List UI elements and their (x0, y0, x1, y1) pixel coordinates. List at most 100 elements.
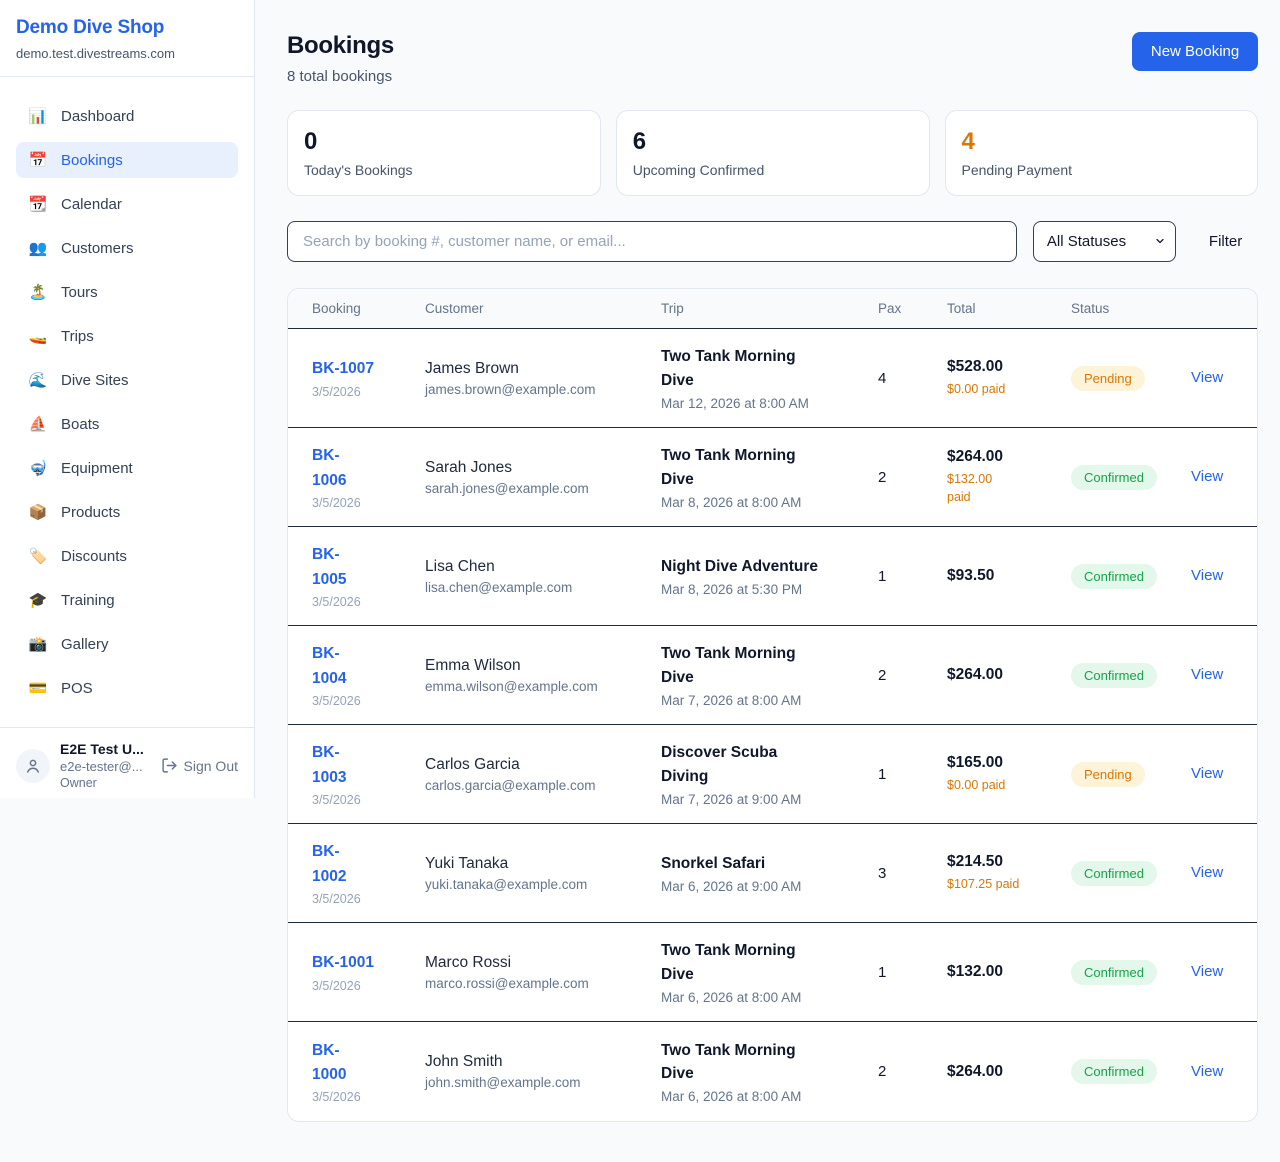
total-amount: $264.00 (947, 1063, 1061, 1081)
page-subtitle: 8 total bookings (287, 68, 394, 85)
view-link[interactable]: View (1191, 864, 1223, 881)
sidebar-item[interactable]: 🎓 Training (16, 582, 238, 618)
table-row: BK- 1002 3/5/2026 Yuki Tanaka yuki.tanak… (288, 824, 1257, 923)
column-header-status: Status (1071, 301, 1191, 316)
sidebar-item[interactable]: 🏷️ Discounts (16, 538, 238, 574)
logout-icon (161, 757, 178, 774)
status-badge: Confirmed (1071, 564, 1157, 589)
sidebar-item-label: Products (61, 504, 120, 521)
paid-amount: $132.00 paid (947, 470, 1061, 506)
customer-cell: Sarah Jones sarah.jones@example.com (425, 459, 661, 496)
booking-id-link[interactable]: BK- 1004 (312, 642, 346, 690)
sidebar-item-label: Calendar (61, 196, 122, 213)
customer-cell: Carlos Garcia carlos.garcia@example.com (425, 756, 661, 793)
pax-value: 3 (878, 865, 947, 882)
search-input[interactable] (287, 221, 1017, 262)
sidebar-item-label: Tours (61, 284, 98, 301)
paid-amount: $0.00 paid (947, 380, 1061, 398)
trip-datetime: Mar 6, 2026 at 8:00 AM (661, 990, 868, 1005)
trip-name: Two Tank Morning Dive (661, 1039, 868, 1086)
new-booking-button[interactable]: New Booking (1132, 32, 1258, 71)
customer-email: emma.wilson@example.com (425, 679, 651, 694)
stat-card: 4 Pending Payment (945, 110, 1259, 196)
sidebar-item[interactable]: 📊 Dashboard (16, 98, 238, 134)
status-select[interactable]: All Statuses (1033, 221, 1176, 262)
booking-id-link[interactable]: BK- 1006 (312, 444, 346, 492)
sidebar-item-label: Dive Sites (61, 372, 129, 389)
booking-cell: BK-1007 3/5/2026 (312, 357, 425, 398)
sign-out-button[interactable]: Sign Out (161, 757, 238, 774)
status-cell: Pending (1071, 366, 1191, 391)
customer-name: Yuki Tanaka (425, 855, 651, 873)
view-cell: View (1191, 666, 1233, 684)
view-link[interactable]: View (1191, 468, 1223, 485)
status-badge: Confirmed (1071, 960, 1157, 985)
main-content: Bookings 8 total bookings New Booking 0 … (255, 0, 1280, 1154)
booking-cell: BK-1001 3/5/2026 (312, 951, 425, 992)
sidebar-item-label: Gallery (61, 636, 109, 653)
customer-cell: Yuki Tanaka yuki.tanaka@example.com (425, 855, 661, 892)
booking-date: 3/5/2026 (312, 385, 415, 399)
sidebar-item-icon: 📸 (28, 637, 48, 652)
view-link[interactable]: View (1191, 369, 1223, 386)
sidebar-item[interactable]: ⛵ Boats (16, 406, 238, 442)
customer-cell: Lisa Chen lisa.chen@example.com (425, 558, 661, 595)
view-cell: View (1191, 963, 1233, 981)
customer-name: James Brown (425, 360, 651, 378)
booking-id-link[interactable]: BK- 1000 (312, 1039, 346, 1087)
customer-cell: John Smith john.smith@example.com (425, 1053, 661, 1090)
view-link[interactable]: View (1191, 963, 1223, 980)
user-block: E2E Test U... e2e-tester@... Owner Sign … (0, 727, 254, 803)
sidebar-item-label: Training (61, 592, 115, 609)
user-role: Owner (60, 776, 151, 790)
trip-name: Two Tank Morning Dive (661, 444, 868, 491)
trip-cell: Two Tank Morning Dive Mar 8, 2026 at 8:0… (661, 444, 878, 510)
column-header-customer: Customer (425, 301, 661, 316)
view-link[interactable]: View (1191, 567, 1223, 584)
sidebar-item-icon: 👥 (28, 241, 48, 256)
view-cell: View (1191, 765, 1233, 783)
trip-cell: Night Dive Adventure Mar 8, 2026 at 5:30… (661, 555, 878, 597)
sidebar-item[interactable]: 🤿 Equipment (16, 450, 238, 486)
stat-value: 6 (633, 128, 913, 156)
sidebar-item[interactable]: 🚤 Trips (16, 318, 238, 354)
sidebar-item-label: Equipment (61, 460, 133, 477)
stat-label: Today's Bookings (304, 162, 584, 178)
table-row: BK- 1006 3/5/2026 Sarah Jones sarah.jone… (288, 428, 1257, 527)
sidebar-item-label: Bookings (61, 152, 123, 169)
sidebar-item[interactable]: 👥 Customers (16, 230, 238, 266)
booking-cell: BK- 1004 3/5/2026 (312, 642, 425, 707)
trip-name: Discover Scuba Diving (661, 741, 868, 788)
sidebar-item[interactable]: 📸 Gallery (16, 626, 238, 662)
sidebar-item[interactable]: 🌊 Dive Sites (16, 362, 238, 398)
status-cell: Confirmed (1071, 465, 1191, 490)
booking-id-link[interactable]: BK- 1003 (312, 741, 346, 789)
view-link[interactable]: View (1191, 1063, 1223, 1080)
booking-id-link[interactable]: BK-1001 (312, 951, 374, 975)
sidebar-item-icon: 📊 (28, 109, 48, 124)
booking-date: 3/5/2026 (312, 1090, 415, 1104)
stat-label: Pending Payment (962, 162, 1242, 178)
sidebar-item[interactable]: 📦 Products (16, 494, 238, 530)
sidebar-item[interactable]: 💳 POS (16, 670, 238, 706)
booking-id-link[interactable]: BK- 1002 (312, 840, 346, 888)
total-amount: $528.00 (947, 358, 1061, 376)
view-link[interactable]: View (1191, 666, 1223, 683)
view-link[interactable]: View (1191, 765, 1223, 782)
column-header-booking: Booking (312, 301, 425, 316)
sidebar-item[interactable]: 🏝️ Tours (16, 274, 238, 310)
sidebar-item[interactable]: 📅 Bookings (16, 142, 238, 178)
booking-id-link[interactable]: BK-1007 (312, 357, 374, 381)
customer-email: james.brown@example.com (425, 382, 651, 397)
stat-card: 6 Upcoming Confirmed (616, 110, 930, 196)
stats-row: 0 Today's Bookings 6 Upcoming Confirmed … (287, 110, 1258, 196)
pax-value: 1 (878, 766, 947, 783)
booking-id-link[interactable]: BK- 1005 (312, 543, 346, 591)
pax-value: 1 (878, 964, 947, 981)
filter-button[interactable]: Filter (1193, 233, 1258, 250)
sidebar-item-icon: 🌊 (28, 373, 48, 388)
sidebar-item[interactable]: 📆 Calendar (16, 186, 238, 222)
status-badge: Confirmed (1071, 663, 1157, 688)
customer-email: sarah.jones@example.com (425, 481, 651, 496)
booking-date: 3/5/2026 (312, 694, 415, 708)
